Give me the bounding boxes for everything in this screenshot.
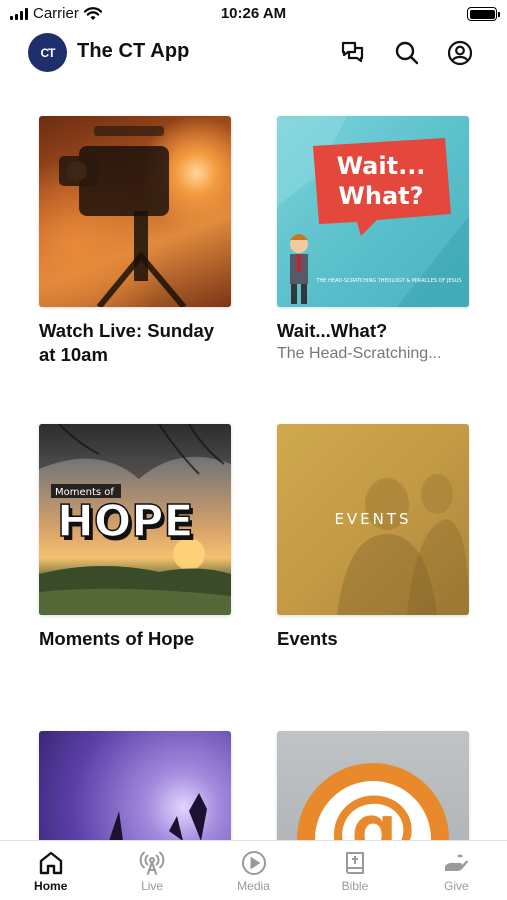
camera-illustration: [59, 126, 187, 307]
card-wait-what[interactable]: Wait... What? THE HEAD-SCRATCHING THEOLO…: [277, 116, 469, 365]
card-title: Watch Live: Sunday at 10am: [39, 320, 215, 365]
watch-live-thumbnail[interactable]: [39, 116, 231, 307]
hope-artwork: Moments of HOPE HOPE: [39, 424, 231, 615]
card-watch-live[interactable]: Watch Live: Sunday at 10am: [39, 116, 231, 367]
tab-home[interactable]: Home: [0, 841, 101, 900]
tab-label: Bible: [341, 879, 369, 893]
status-bar: Carrier 10:26 AM: [0, 0, 507, 30]
logo-mark: CT: [40, 45, 56, 60]
app-title: The CT App: [77, 40, 190, 62]
app-screen: Carrier 10:26 AM CT The CT App Watch Liv…: [0, 0, 507, 900]
status-time: 10:26 AM: [220, 5, 287, 22]
tab-label: Home: [34, 879, 68, 893]
battery-icon: [467, 7, 500, 21]
moments-of-hope-thumbnail[interactable]: Moments of HOPE HOPE: [39, 424, 231, 615]
card-title: Events: [277, 628, 338, 649]
svg-text:Wait...: Wait...: [337, 152, 426, 180]
bible-icon: [345, 852, 364, 874]
wait-what-artwork: Wait... What? THE HEAD-SCRATCHING THEOLO…: [277, 116, 469, 307]
hope-big-text: HOPE: [57, 496, 194, 547]
wait-what-thumbnail[interactable]: Wait... What? THE HEAD-SCRATCHING THEOLO…: [277, 116, 469, 307]
events-art-label: EVENTS: [334, 510, 411, 528]
tab-live[interactable]: Live: [101, 841, 202, 900]
account-icon[interactable]: [445, 38, 475, 68]
chat-bubbles-icon[interactable]: [338, 38, 368, 68]
app-logo[interactable]: CT: [28, 33, 67, 72]
tab-label: Live: [141, 879, 164, 893]
card-moments-of-hope[interactable]: Moments of HOPE HOPE Moments of Hope: [39, 424, 231, 651]
home-icon: [39, 851, 62, 875]
search-icon[interactable]: [392, 38, 422, 68]
card-title: Wait...What?: [277, 320, 388, 341]
card-title: Moments of Hope: [39, 628, 195, 649]
tab-give[interactable]: Give: [406, 841, 507, 900]
broadcast-icon: [139, 851, 165, 875]
app-header: CT The CT App: [0, 30, 507, 76]
give-hand-icon: [445, 854, 469, 871]
wait-art-caption: THE HEAD-SCRATCHING THEOLOGY & MIRACLES …: [315, 278, 461, 284]
play-circle-icon: [241, 851, 266, 875]
card-events[interactable]: EVENTS Events: [277, 424, 469, 651]
tab-bible[interactable]: Bible: [304, 841, 405, 900]
events-thumbnail[interactable]: EVENTS: [277, 424, 469, 615]
events-artwork: EVENTS: [334, 474, 469, 615]
card-subtitle: The Head-Scratching...: [277, 345, 442, 362]
tab-label: Media: [237, 879, 270, 893]
tab-bar: Home Live Media Bible Give: [0, 840, 507, 900]
tab-label: Give: [443, 879, 469, 893]
tab-media[interactable]: Media: [203, 841, 304, 900]
svg-text:What?: What?: [338, 182, 423, 210]
